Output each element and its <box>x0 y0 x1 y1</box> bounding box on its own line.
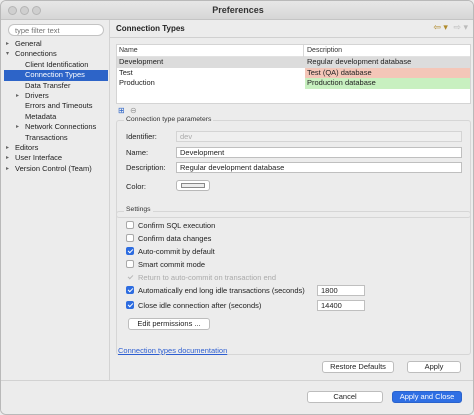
checkbox[interactable] <box>126 301 134 309</box>
idle-transactions-seconds-input[interactable]: 1800 <box>317 285 365 296</box>
tree-item-drivers[interactable]: ▸ Drivers <box>4 91 108 101</box>
checkbox[interactable] <box>126 286 134 294</box>
checkbox[interactable] <box>126 234 134 242</box>
restore-defaults-button[interactable]: Restore Defaults <box>322 361 394 373</box>
tree-item-transactions[interactable]: Transactions <box>4 133 108 143</box>
arrow-right-icon[interactable]: ⇨ ▾ <box>453 22 468 32</box>
checkbox[interactable] <box>126 247 134 255</box>
name-label: Name: <box>126 148 149 157</box>
checkbox[interactable] <box>126 260 134 268</box>
table-row[interactable]: Test Test (QA) database <box>117 67 470 78</box>
confirm-sql-execution-checkbox[interactable]: Confirm SQL execution <box>126 221 215 231</box>
edit-permissions-button[interactable]: Edit permissions ... <box>128 318 210 330</box>
chevron-right-icon[interactable]: ▸ <box>6 164 9 174</box>
add-connection-type-icon[interactable]: ⊞ <box>118 106 125 115</box>
tree-item-network-connections[interactable]: ▸ Network Connections <box>4 122 108 132</box>
checkbox[interactable] <box>126 221 134 229</box>
tree-item-editors[interactable]: ▸ Editors <box>4 143 108 153</box>
connection-types-table: Name Description Development Regular dev… <box>116 44 471 104</box>
apply-button[interactable]: Apply <box>407 361 461 373</box>
description-field[interactable]: Regular development database <box>176 162 462 173</box>
tree-item-general[interactable]: ▸ General <box>4 39 108 49</box>
settings-group <box>116 211 471 355</box>
column-separator[interactable] <box>303 45 304 57</box>
identifier-field: dev <box>176 131 462 142</box>
settings-group-label: Settings <box>124 206 153 213</box>
tree-item-metadata[interactable]: Metadata <box>4 112 108 122</box>
close-idle-connection-checkbox[interactable]: Close idle connection after (seconds) <box>126 301 261 311</box>
chevron-down-icon[interactable]: ▾ <box>6 49 9 59</box>
column-header-description[interactable]: Description <box>305 45 470 56</box>
return-to-auto-commit-checkbox: Return to auto-commit on transaction end <box>126 273 276 283</box>
chevron-right-icon[interactable]: ▸ <box>6 39 9 49</box>
preferences-tree: ▸ General ▾ Connections Client Identificat… <box>4 39 108 174</box>
tree-item-errors-and-timeouts[interactable]: Errors and Timeouts <box>4 101 108 111</box>
title-bar: Preferences <box>1 1 473 20</box>
table-toolbar: ⊞ ⊖ <box>118 106 137 115</box>
arrow-left-icon[interactable]: ⇦ ▾ <box>433 22 448 32</box>
tree-item-connections[interactable]: ▾ Connections <box>4 49 108 59</box>
confirm-data-changes-checkbox[interactable]: Confirm data changes <box>126 234 211 244</box>
color-swatch <box>181 183 205 188</box>
connection-types-panel: Connection Types ⇦ ▾ ⇨ ▾ Name Descriptio… <box>110 20 473 380</box>
identifier-label: Identifier: <box>126 132 157 141</box>
tree-item-version-control[interactable]: ▸ Version Control (Team) <box>4 164 108 174</box>
close-idle-seconds-input[interactable]: 14400 <box>317 300 365 311</box>
apply-and-close-button[interactable]: Apply and Close <box>392 391 462 403</box>
cancel-button[interactable]: Cancel <box>307 391 383 403</box>
color-label: Color: <box>126 182 147 191</box>
params-group-label: Connection type parameters <box>124 116 214 123</box>
auto-commit-checkbox[interactable]: Auto-commit by default <box>126 247 215 257</box>
table-header: Name Description <box>117 45 470 57</box>
table-row[interactable]: Production Production database <box>117 78 470 89</box>
color-picker-button[interactable] <box>176 180 210 191</box>
end-idle-transactions-checkbox[interactable]: Automatically end long idle transactions… <box>126 286 305 296</box>
dialog-footer: Cancel Apply and Close <box>1 380 473 414</box>
description-label: Description: <box>126 163 166 172</box>
delete-connection-type-icon[interactable]: ⊖ <box>130 106 137 115</box>
chevron-right-icon[interactable]: ▸ <box>6 143 9 153</box>
column-header-name[interactable]: Name <box>119 45 138 57</box>
connection-types-documentation-link[interactable]: Connection types documentation <box>118 346 227 355</box>
filter-input[interactable] <box>8 24 104 36</box>
tree-item-client-identification[interactable]: Client Identification <box>4 60 108 70</box>
nav-arrows: ⇦ ▾ ⇨ ▾ <box>433 22 468 33</box>
chevron-right-icon[interactable]: ▸ <box>16 122 19 132</box>
smart-commit-checkbox[interactable]: Smart commit mode <box>126 260 205 270</box>
name-field[interactable]: Development <box>176 147 462 158</box>
chevron-right-icon[interactable]: ▸ <box>6 153 9 163</box>
page-title: Connection Types <box>116 24 185 33</box>
chevron-right-icon[interactable]: ▸ <box>16 91 19 101</box>
divider <box>110 37 473 38</box>
tree-item-user-interface[interactable]: ▸ User Interface <box>4 153 108 163</box>
window-title: Preferences <box>212 5 264 15</box>
preferences-window: Preferences ▸General ▾Connections Client… <box>0 0 474 415</box>
checkbox <box>126 273 134 281</box>
tree-item-connection-types[interactable]: Connection Types <box>4 70 108 81</box>
table-row[interactable]: Development Regular development database <box>117 57 470 68</box>
tree-item-data-transfer[interactable]: Data Transfer <box>4 81 108 91</box>
preferences-sidebar: ▸General ▾Connections Client Identificat… <box>4 21 108 379</box>
